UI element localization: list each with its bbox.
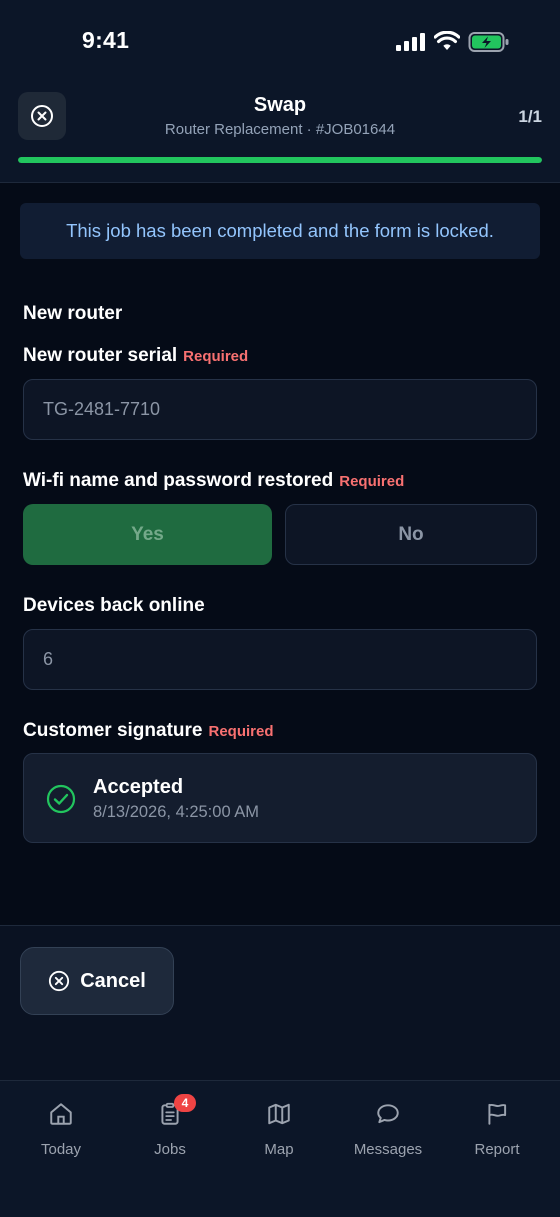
tab-label: Jobs bbox=[154, 1141, 186, 1158]
chat-bubble-icon bbox=[377, 1104, 399, 1124]
devices-field-label: Devices back online bbox=[23, 595, 205, 617]
signature-card[interactable]: Accepted 8/13/2026, 4:25:00 AM bbox=[23, 753, 537, 843]
devices-input-value: 6 bbox=[43, 649, 54, 669]
required-tag: Required bbox=[183, 348, 249, 365]
tab-messages[interactable]: Messages bbox=[338, 1101, 438, 1158]
signature-label-text: Customer signature bbox=[23, 720, 203, 741]
cancel-button[interactable]: Cancel bbox=[20, 947, 174, 1015]
serial-label-text: New router serial bbox=[23, 345, 178, 366]
serial-field-label: New router serial Required bbox=[23, 345, 248, 367]
cellular-signal-icon bbox=[396, 33, 425, 51]
cancel-label: Cancel bbox=[80, 969, 146, 992]
progress-bar-fill bbox=[18, 157, 542, 163]
battery-charging-icon bbox=[468, 32, 509, 52]
tab-label: Messages bbox=[353, 1141, 423, 1158]
serial-input-value: TG-2481-7710 bbox=[43, 399, 161, 419]
devices-input[interactable]: 6 bbox=[23, 629, 537, 690]
tab-label: Report bbox=[474, 1141, 520, 1158]
wifi-label-text: Wi-fi name and password restored bbox=[23, 470, 334, 491]
section-title: New router bbox=[23, 303, 123, 324]
tab-report[interactable]: Report bbox=[447, 1101, 547, 1158]
devices-label-text: Devices back online bbox=[23, 595, 205, 616]
signature-field-label: Customer signature Required bbox=[23, 720, 274, 742]
required-tag: Required bbox=[208, 723, 274, 740]
tab-jobs[interactable]: 4 Jobs bbox=[120, 1094, 220, 1158]
map-icon bbox=[268, 1103, 290, 1125]
locked-banner: This job has been completed and the form… bbox=[20, 203, 540, 259]
tab-map[interactable]: Map bbox=[229, 1101, 329, 1158]
tab-today[interactable]: Today bbox=[11, 1101, 111, 1158]
flag-icon bbox=[488, 1103, 507, 1125]
check-circle-icon bbox=[46, 784, 76, 814]
locked-banner-text: This job has been completed and the form… bbox=[66, 220, 494, 241]
status-bar: 9:41 bbox=[0, 0, 560, 84]
progress-bar bbox=[18, 157, 542, 163]
status-time: 9:41 bbox=[82, 27, 130, 53]
tab-label: Today bbox=[40, 1141, 82, 1158]
home-icon bbox=[50, 1103, 72, 1125]
jobs-badge: 4 bbox=[174, 1094, 196, 1112]
cancel-circle-icon bbox=[49, 970, 70, 992]
signature-timestamp: 8/13/2026, 4:25:00 AM bbox=[93, 803, 260, 821]
required-tag: Required bbox=[339, 473, 405, 490]
page-count: 1/1 bbox=[518, 107, 542, 126]
serial-input[interactable]: TG-2481-7710 bbox=[23, 379, 537, 440]
page-subtitle: Router Replacement · #JOB01644 bbox=[164, 121, 396, 138]
wifi-field-label: Wi-fi name and password restored Required bbox=[23, 470, 404, 492]
no-option-button[interactable]: No bbox=[285, 504, 537, 565]
wifi-icon bbox=[434, 31, 460, 50]
tab-label: Map bbox=[264, 1141, 294, 1158]
page-title: Swap bbox=[253, 94, 307, 116]
signature-status: Accepted bbox=[93, 776, 184, 798]
yes-option-button[interactable]: Yes bbox=[23, 504, 272, 565]
